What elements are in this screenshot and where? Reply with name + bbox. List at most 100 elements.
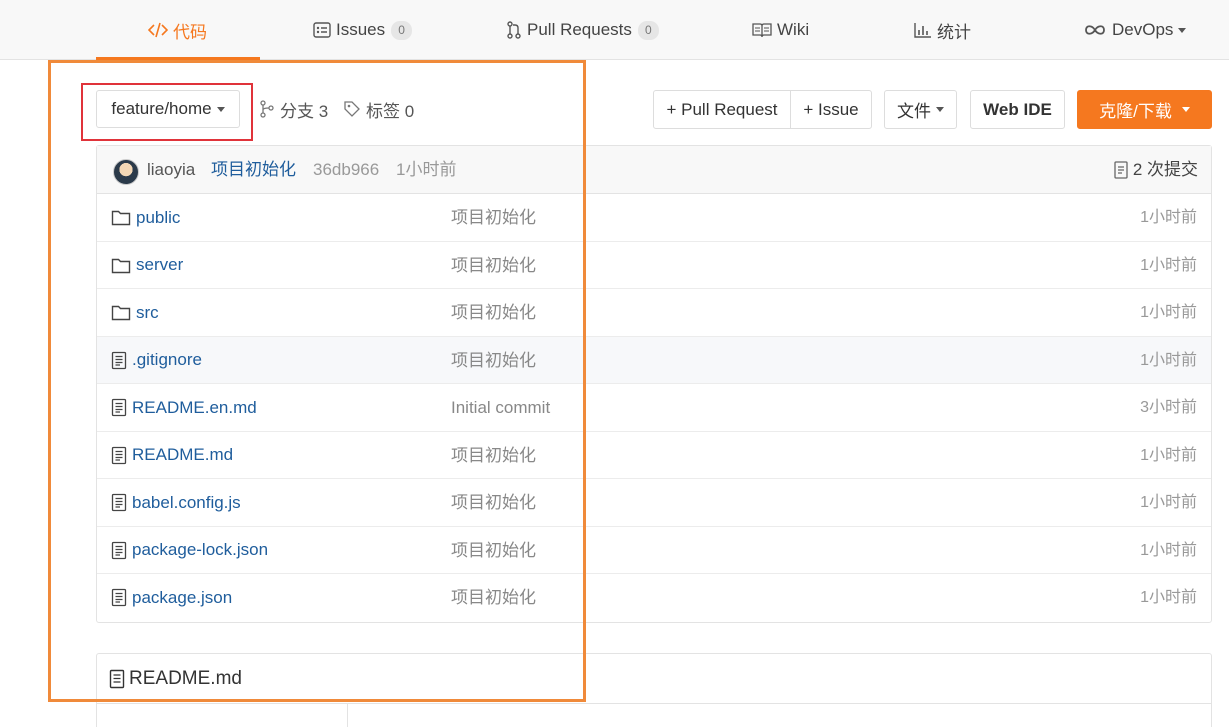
folder-icon	[111, 257, 131, 274]
file-commit-time: 1小时前	[1140, 304, 1197, 321]
new-issue-button[interactable]: + Issue	[791, 90, 872, 129]
tab-wiki[interactable]: Wiki	[752, 0, 809, 60]
file-commit-message[interactable]: 项目初始化	[451, 194, 536, 241]
file-row[interactable]: package-lock.json 项目初始化 1小时前	[97, 527, 1211, 574]
file-commit-time: 1小时前	[1140, 589, 1197, 606]
tab-label: DevOps	[1112, 20, 1174, 39]
web-ide-button[interactable]: Web IDE	[970, 90, 1065, 129]
file-commit-message[interactable]: 项目初始化	[451, 432, 536, 479]
chevron-down-icon	[216, 106, 225, 112]
file-commit-message[interactable]: 项目初始化	[451, 527, 536, 574]
commits-count-link[interactable]: 2 次提交	[1114, 146, 1198, 194]
file-icon	[111, 541, 127, 560]
file-commit-time: 1小时前	[1140, 446, 1197, 464]
file-row[interactable]: server 项目初始化 1小时前	[97, 242, 1211, 289]
file-commit-time: 3小时前	[1140, 399, 1197, 416]
avatar[interactable]	[113, 159, 139, 185]
issues-icon	[313, 22, 331, 38]
readme-divider	[347, 704, 348, 727]
file-name-link[interactable]: public	[111, 194, 180, 241]
folder-icon	[111, 304, 131, 321]
button-label: + Issue	[803, 99, 859, 119]
branches-label: 分支 3	[280, 101, 329, 121]
commit-hash[interactable]: 36db966	[313, 146, 379, 194]
commit-time: 1小时前	[396, 160, 457, 179]
clone-download-button[interactable]: 克隆/下载	[1077, 90, 1212, 129]
issues-count-badge: 0	[391, 20, 413, 40]
file-name: README.en.md	[132, 397, 257, 417]
file-name: server	[136, 255, 184, 274]
file-commit-message[interactable]: 项目初始化	[451, 242, 536, 289]
file-row[interactable]: package.json 项目初始化 1小时前	[97, 574, 1211, 622]
file-menu-button[interactable]: 文件	[884, 90, 957, 129]
button-label: + Pull Request	[666, 99, 778, 119]
tab-label: Issues	[336, 20, 386, 39]
readme-panel: README.md	[96, 653, 1212, 727]
file-commit-message[interactable]: 项目初始化	[451, 289, 536, 336]
file-name-link[interactable]: src	[111, 289, 159, 336]
code-icon	[148, 22, 168, 38]
file-icon	[111, 493, 127, 512]
branch-icon	[259, 100, 275, 118]
file-icon	[111, 398, 127, 417]
file-row[interactable]: babel.config.js 项目初始化 1小时前	[97, 479, 1211, 527]
tab-stats[interactable]: 统计	[914, 0, 971, 60]
chevron-down-icon	[1178, 27, 1187, 33]
file-name: public	[136, 207, 181, 227]
readme-header: README.md	[97, 654, 1211, 704]
tab-label: 统计	[937, 22, 971, 42]
file-commit-message[interactable]: 项目初始化	[451, 479, 536, 526]
file-name-link[interactable]: babel.config.js	[111, 479, 241, 526]
commit-author[interactable]: liaoyia	[147, 146, 195, 194]
file-row[interactable]: public 项目初始化 1小时前	[97, 194, 1211, 242]
tab-code[interactable]: 代码	[148, 0, 207, 60]
tab-label: Pull Requests	[527, 20, 632, 39]
tags-link[interactable]: 标签 0	[343, 90, 414, 128]
file-name: package.json	[132, 587, 233, 607]
file-name-link[interactable]: README.md	[111, 432, 233, 479]
file-icon	[111, 588, 127, 607]
tab-issues[interactable]: Issues 0	[313, 0, 413, 60]
file-row[interactable]: README.en.md Initial commit 3小时前	[97, 384, 1211, 432]
file-commit-time: 1小时前	[1140, 541, 1197, 559]
file-commit-message[interactable]: 项目初始化	[451, 337, 536, 384]
file-icon	[109, 669, 125, 689]
button-label: 克隆/下载	[1099, 102, 1172, 121]
branches-link[interactable]: 分支 3	[259, 90, 328, 128]
tab-pull-requests[interactable]: Pull Requests 0	[506, 0, 659, 60]
file-name-link[interactable]: package-lock.json	[111, 527, 268, 574]
file-name: babel.config.js	[132, 492, 241, 512]
file-name-link[interactable]: package.json	[111, 574, 232, 621]
file-row[interactable]: README.md 项目初始化 1小时前	[97, 432, 1211, 479]
repo-nav: 代码 Issues 0 Pull Requests 0 Wiki 统计 DevO…	[0, 0, 1229, 60]
file-commit-message[interactable]: Initial commit	[451, 384, 550, 431]
branch-selector[interactable]: feature/home	[96, 90, 240, 128]
chevron-down-icon	[936, 107, 944, 112]
file-name-link[interactable]: README.en.md	[111, 384, 257, 431]
file-commit-time: 1小时前	[1140, 209, 1197, 226]
tags-label: 标签 0	[366, 101, 415, 121]
button-label: Web IDE	[983, 99, 1052, 119]
file-name-link[interactable]: server	[111, 242, 183, 289]
folder-icon	[111, 209, 131, 226]
commits-icon	[1114, 161, 1128, 179]
file-icon	[111, 446, 127, 465]
tab-devops[interactable]: DevOps	[1083, 0, 1187, 60]
commits-label: 2 次提交	[1132, 160, 1198, 179]
pull-request-icon	[506, 21, 522, 39]
file-commit-time: 1小时前	[1140, 351, 1197, 369]
button-label: 文件	[897, 102, 931, 121]
file-list: liaoyia 项目初始化 36db966 1小时前 2 次提交 public 项…	[96, 145, 1212, 623]
file-name-link[interactable]: .gitignore	[111, 337, 202, 384]
pull-requests-count-badge: 0	[637, 20, 659, 40]
file-commit-message[interactable]: 项目初始化	[451, 574, 536, 621]
tag-icon	[343, 100, 361, 118]
commit-message[interactable]: 项目初始化	[211, 146, 296, 194]
file-name: src	[136, 302, 159, 322]
tab-label: Wiki	[777, 20, 810, 39]
file-row[interactable]: src 项目初始化 1小时前	[97, 289, 1211, 337]
file-row[interactable]: .gitignore 项目初始化 1小时前	[97, 336, 1211, 384]
tab-label: 代码	[173, 22, 207, 42]
stats-icon	[914, 22, 932, 38]
new-pull-request-button[interactable]: + Pull Request	[653, 90, 791, 129]
